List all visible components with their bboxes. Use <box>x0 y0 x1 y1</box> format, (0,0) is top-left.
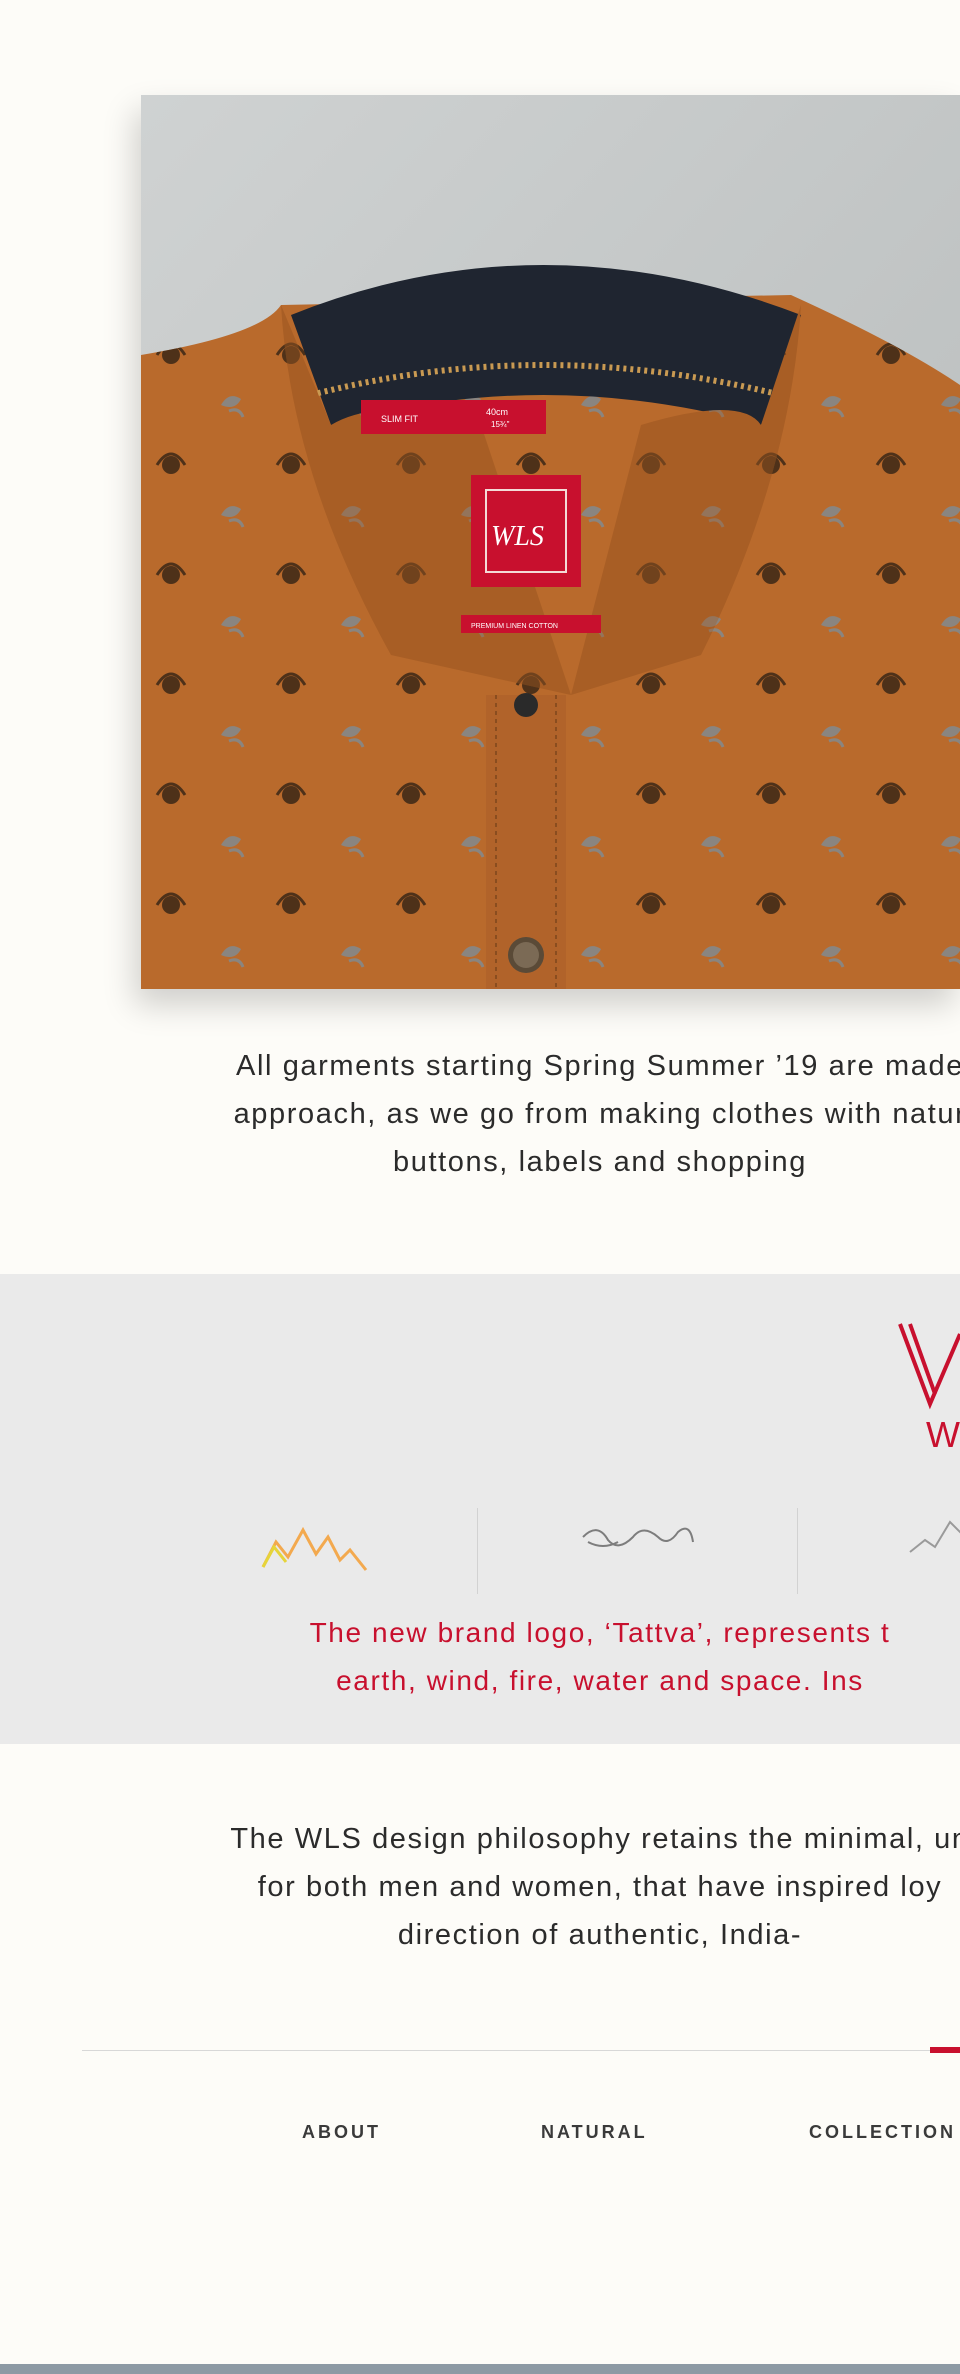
tattva-description: The new brand logo, ‘Tattva’, represents… <box>120 1609 960 1705</box>
icon-divider <box>477 1508 478 1594</box>
nav-divider <box>82 2050 960 2051</box>
svg-text:40cm: 40cm <box>486 407 508 417</box>
fire-icon <box>909 1520 960 1553</box>
philosophy-paragraph: The WLS design philosophy retains the mi… <box>120 1815 960 1959</box>
svg-text:WLS: WLS <box>491 521 544 552</box>
hero-image: SLIM FIT 40cm 15¾" WLS PREMIUM LINEN COT… <box>141 95 960 989</box>
intro-line: All garments starting Spring Summer ’19 … <box>236 1050 960 1082</box>
nav-item-about[interactable]: ABOUT <box>302 2122 381 2143</box>
earth-icon <box>261 1526 368 1571</box>
tattva-logo-icon <box>898 1323 960 1410</box>
intro-paragraph: All garments starting Spring Summer ’19 … <box>120 1042 960 1186</box>
brand-wordmark: W <box>926 1414 960 1455</box>
nav-active-indicator <box>930 2047 960 2053</box>
svg-text:SLIM FIT: SLIM FIT <box>381 414 419 424</box>
intro-line: buttons, labels and shopping <box>392 1146 808 1178</box>
footer-bar <box>0 2364 960 2374</box>
philosophy-line: The WLS design philosophy retains the mi… <box>230 1823 960 1855</box>
philosophy-line: direction of authentic, India- <box>397 1919 803 1951</box>
svg-text:PREMIUM LINEN COTTON: PREMIUM LINEN COTTON <box>471 623 558 630</box>
icon-divider <box>797 1508 798 1594</box>
wind-icon <box>582 1527 694 1547</box>
tattva-line: earth, wind, fire, water and space. Ins <box>336 1665 864 1696</box>
intro-line: approach, as we go from making clothes w… <box>233 1098 960 1130</box>
nav-item-natural[interactable]: NATURAL <box>541 2122 648 2143</box>
shirt-illustration: SLIM FIT 40cm 15¾" WLS PREMIUM LINEN COT… <box>141 95 960 989</box>
philosophy-line: for both men and women, that have inspir… <box>257 1871 943 1903</box>
svg-text:15¾": 15¾" <box>491 420 510 429</box>
tattva-line: The new brand logo, ‘Tattva’, represents… <box>309 1617 891 1648</box>
logo-band: W The new brand logo, ‘Tattva’, represen… <box>0 1274 960 1744</box>
nav-item-collection[interactable]: COLLECTION <box>809 2122 956 2143</box>
